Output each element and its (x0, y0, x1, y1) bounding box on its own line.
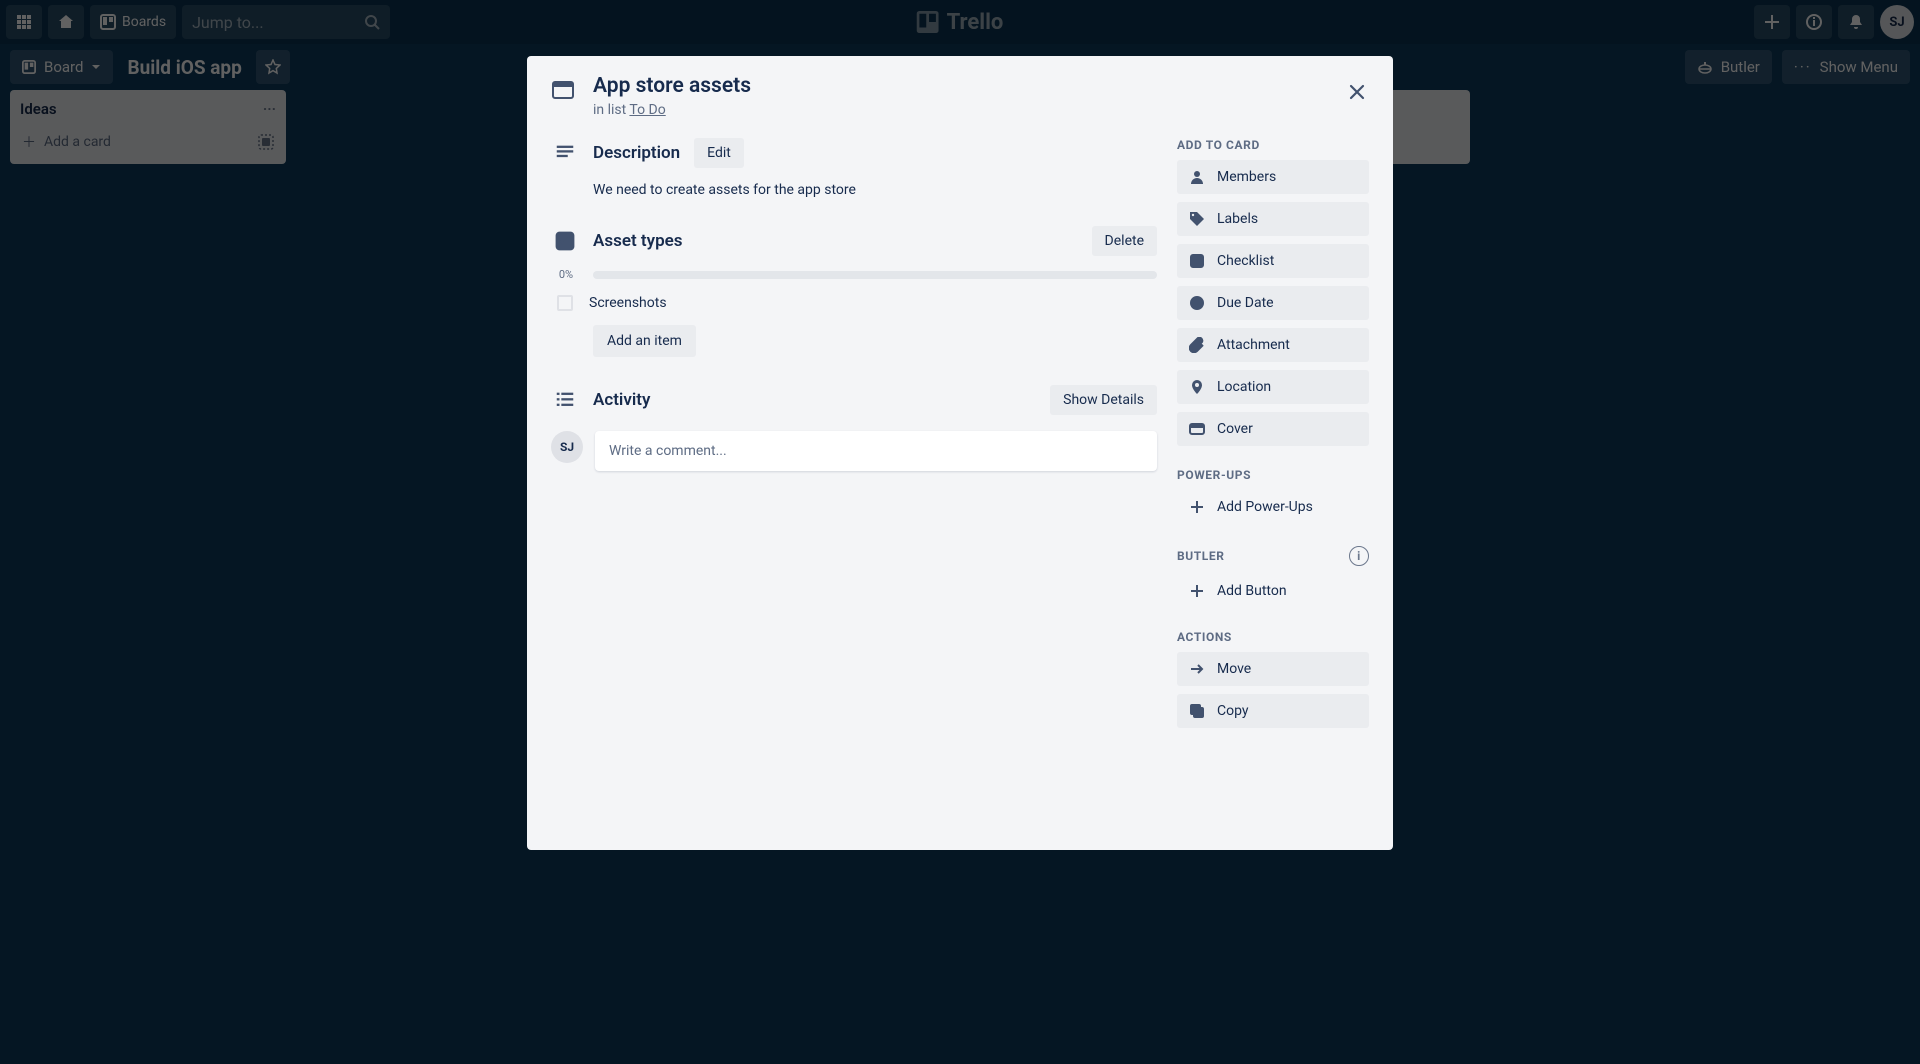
labels-icon (1189, 211, 1205, 227)
add-button-button[interactable]: Add Button (1177, 574, 1369, 608)
show-details-button[interactable]: Show Details (1050, 385, 1157, 415)
checklist-button[interactable]: Checklist (1177, 244, 1369, 278)
checkbox[interactable] (557, 295, 573, 311)
progress-percent: 0% (551, 268, 581, 281)
add-checklist-item-button[interactable]: Add an item (593, 325, 696, 357)
cover-icon (1189, 421, 1205, 437)
card-title[interactable]: App store assets (593, 74, 751, 98)
comment-input[interactable]: Write a comment... (595, 431, 1157, 471)
activity-heading: Activity (593, 390, 650, 410)
location-button[interactable]: Location (1177, 370, 1369, 404)
actions-heading: ACTIONS (1177, 630, 1369, 644)
add-to-card-heading: ADD TO CARD (1177, 138, 1369, 152)
info-icon[interactable]: i (1349, 546, 1369, 566)
description-text[interactable]: We need to create assets for the app sto… (593, 182, 1157, 198)
checklist-item-label: Screenshots (589, 295, 667, 311)
copy-button[interactable]: Copy (1177, 694, 1369, 728)
checklist-icon (1189, 253, 1205, 269)
add-powerups-button[interactable]: Add Power-Ups (1177, 490, 1369, 524)
close-icon (1347, 82, 1367, 102)
checklist-icon (551, 230, 579, 252)
powerups-heading: POWER-UPS (1177, 468, 1369, 482)
plus-icon (1189, 499, 1205, 515)
checklist-item[interactable]: Screenshots (551, 295, 1157, 311)
attachment-icon (1189, 337, 1205, 353)
description-heading: Description (593, 143, 680, 163)
checklist-title[interactable]: Asset types (593, 231, 683, 251)
copy-icon (1189, 703, 1205, 719)
description-icon (551, 142, 579, 164)
list-link[interactable]: To Do (629, 102, 665, 118)
attachment-button[interactable]: Attachment (1177, 328, 1369, 362)
description-section: Description Edit We need to create asset… (593, 138, 1157, 198)
due-date-button[interactable]: Due Date (1177, 286, 1369, 320)
delete-checklist-button[interactable]: Delete (1092, 226, 1157, 256)
card-icon (551, 78, 575, 106)
checklist-section: Asset types Delete 0% Screenshots Add an… (593, 226, 1157, 357)
close-button[interactable] (1339, 74, 1375, 110)
add-item-label: Add an item (607, 333, 682, 349)
progress-bar (593, 271, 1157, 279)
move-button[interactable]: Move (1177, 652, 1369, 686)
activity-section: Activity Show Details SJ Write a comment… (593, 385, 1157, 471)
card-sidebar: ADD TO CARD Members Labels Checklist Due… (1177, 138, 1369, 750)
members-icon (1189, 169, 1205, 185)
labels-button[interactable]: Labels (1177, 202, 1369, 236)
comment-avatar[interactable]: SJ (551, 431, 583, 463)
cover-button[interactable]: Cover (1177, 412, 1369, 446)
plus-icon (1189, 583, 1205, 599)
location-icon (1189, 379, 1205, 395)
members-button[interactable]: Members (1177, 160, 1369, 194)
card-list-location: in list To Do (593, 102, 751, 118)
edit-description-button[interactable]: Edit (694, 138, 744, 168)
butler-heading: BUTLER i (1177, 546, 1369, 566)
card-detail-modal: App store assets in list To Do Descripti… (527, 56, 1393, 850)
activity-icon (551, 389, 579, 411)
clock-icon (1189, 295, 1205, 311)
modal-overlay[interactable]: App store assets in list To Do Descripti… (0, 0, 1920, 1064)
move-icon (1189, 661, 1205, 677)
